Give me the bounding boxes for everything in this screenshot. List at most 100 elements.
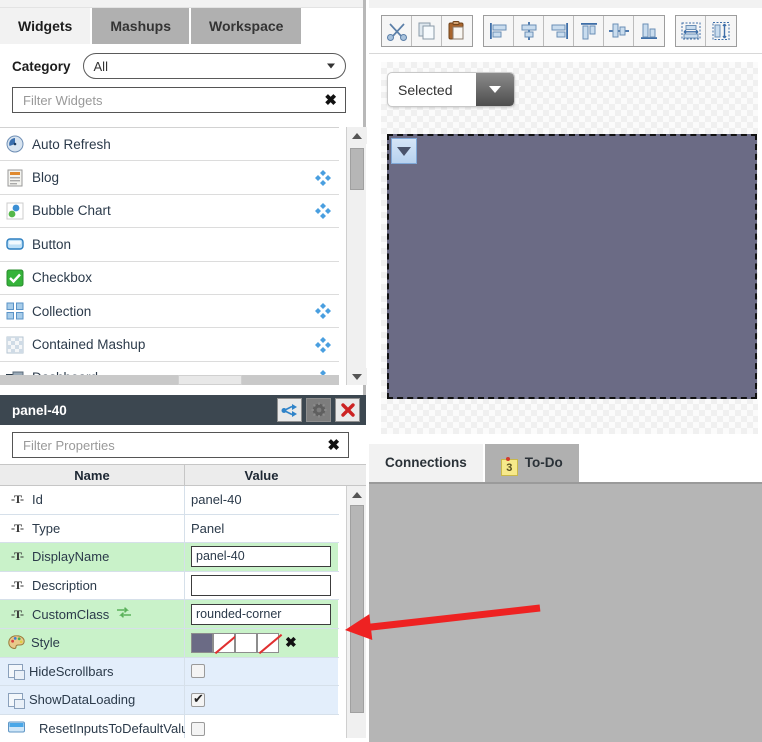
resetinputs-checkbox[interactable] (191, 721, 205, 736)
cut-button[interactable] (382, 15, 412, 46)
widget-item-label: Button (32, 236, 72, 252)
customclass-input[interactable]: rounded-corner (191, 603, 331, 625)
widget-item-label: Checkbox (32, 270, 93, 286)
panel-widget-menu-button[interactable] (391, 138, 417, 164)
drag-handle-icon[interactable] (315, 336, 331, 353)
clear-style-icon[interactable]: ✖ (285, 634, 297, 651)
align-right-button[interactable] (544, 15, 574, 46)
widget-list-hscroll-thumb[interactable] (178, 375, 242, 385)
mashup-type-icon (8, 720, 25, 738)
widget-item-label: Blog (32, 170, 60, 186)
palette-icon (8, 635, 25, 650)
align-middle-button[interactable] (604, 15, 634, 46)
clear-properties-filter-icon[interactable]: ✖ (325, 438, 342, 453)
drag-handle-icon[interactable] (315, 169, 331, 186)
distribute-vertical-button[interactable] (706, 15, 736, 46)
description-input[interactable] (191, 575, 331, 597)
tab-mashups[interactable]: Mashups (92, 8, 192, 45)
property-row-description[interactable]: -T- Description (0, 571, 339, 601)
widget-item-button[interactable]: Button (0, 228, 339, 262)
tab-todo[interactable]: 3 To-Do (484, 444, 581, 482)
category-select[interactable]: All (82, 53, 346, 79)
text-type-icon: -T- (11, 492, 24, 507)
clear-widget-filter-icon[interactable]: ✖ (322, 93, 339, 108)
editor-toolbar (369, 8, 762, 53)
text-type-icon: -T- (11, 549, 24, 564)
widget-list-horizontal-scrollbar[interactable] (0, 375, 339, 385)
selected-dropdown[interactable]: Selected (387, 72, 515, 107)
filter-widgets-input[interactable] (21, 91, 323, 109)
property-name-label: Type (32, 520, 61, 536)
scroll-up-icon[interactable] (347, 127, 367, 144)
style-swatch-fill[interactable] (191, 632, 213, 653)
properties-filter-box[interactable]: ✖ (12, 432, 349, 458)
drag-handle-icon[interactable] (315, 202, 331, 219)
widget-list-vscroll-thumb[interactable] (350, 148, 364, 190)
property-value-text: Panel (191, 520, 225, 536)
property-row-showdataloading[interactable]: ShowDataLoading (0, 686, 339, 715)
contained-mashup-icon (6, 336, 24, 354)
properties-vscroll-thumb[interactable] (350, 505, 364, 713)
widget-list-vertical-scrollbar[interactable] (346, 127, 367, 385)
align-bottom-button[interactable] (634, 15, 664, 46)
showdataloading-checkbox[interactable] (191, 691, 205, 707)
blog-icon (6, 169, 24, 187)
property-name-label: Description (32, 578, 98, 594)
property-value-cell (185, 686, 338, 714)
selected-dropdown-value: Selected (398, 81, 453, 98)
filter-properties-input[interactable] (21, 436, 326, 454)
panel-widget-selected[interactable] (387, 134, 757, 399)
property-name-label: DisplayName (32, 549, 110, 565)
tab-widgets-label: Widgets (18, 18, 73, 34)
tab-widgets[interactable]: Widgets (0, 8, 93, 45)
category-label: Category (12, 58, 71, 74)
copy-button[interactable] (412, 15, 442, 46)
widget-item-auto-refresh[interactable]: Auto Refresh (0, 128, 339, 162)
data-binding-icon[interactable] (115, 606, 133, 622)
widget-item-bubble-chart[interactable]: Bubble Chart (0, 194, 339, 229)
hidescrollbars-checkbox[interactable] (191, 664, 205, 679)
mashup-canvas-area[interactable]: Selected (369, 53, 762, 438)
property-row-style[interactable]: Style ✖ (0, 628, 339, 658)
style-swatch-secondary[interactable] (257, 632, 279, 653)
align-top-button[interactable] (574, 15, 604, 46)
align-button-group (483, 14, 665, 47)
property-value-text: panel-40 (191, 492, 242, 508)
drag-handle-icon[interactable] (315, 303, 331, 320)
widget-filter-box[interactable]: ✖ (12, 87, 346, 113)
dropdown-toggle-button[interactable] (476, 73, 514, 106)
align-center-button[interactable] (514, 15, 544, 46)
widget-item-checkbox[interactable]: Checkbox (0, 261, 339, 295)
properties-vertical-scrollbar[interactable] (346, 486, 366, 738)
style-swatch-line[interactable] (213, 632, 235, 653)
widget-item-contained-mashup[interactable]: Contained Mashup (0, 328, 339, 362)
property-row-customclass[interactable]: -T- CustomClass rounded-corner (0, 600, 339, 629)
property-name-label: ShowDataLoading (29, 692, 136, 708)
gear-icon[interactable] (306, 398, 331, 422)
tab-connections[interactable]: Connections (369, 444, 485, 482)
paste-button[interactable] (442, 15, 472, 46)
property-row-type[interactable]: -T- Type Panel (0, 514, 339, 544)
distribute-horizontal-button[interactable] (676, 15, 706, 46)
checkbox-icon (6, 269, 24, 287)
property-name-cell: Style (0, 628, 185, 657)
scroll-up-icon[interactable] (347, 486, 366, 503)
scroll-down-icon[interactable] (347, 368, 367, 385)
widget-item-blog[interactable]: Blog (0, 161, 339, 195)
binding-icon[interactable] (277, 398, 302, 422)
widget-list[interactable]: Auto Refresh Blog Bubble Chart Button Ch… (0, 127, 339, 385)
displayname-input[interactable]: panel-40 (191, 546, 331, 568)
property-row-displayname[interactable]: -T- DisplayName panel-40 (0, 543, 339, 572)
left-top-strip (0, 0, 363, 8)
property-row-id[interactable]: -T- Id panel-40 (0, 486, 339, 515)
boolean-icon (8, 692, 25, 709)
property-row-hidescrollbars[interactable]: HideScrollbars (0, 657, 339, 687)
chevron-down-icon (489, 86, 501, 93)
widget-item-collection[interactable]: Collection (0, 294, 339, 329)
tab-workspace[interactable]: Workspace (191, 8, 304, 45)
property-row-resetinputstodefaultvalue[interactable]: ResetInputsToDefaultValue (0, 714, 339, 738)
style-swatch-text[interactable] (235, 632, 257, 653)
close-icon[interactable] (335, 398, 360, 422)
align-left-button[interactable] (484, 15, 514, 46)
drag-handle-placeholder (315, 270, 331, 286)
